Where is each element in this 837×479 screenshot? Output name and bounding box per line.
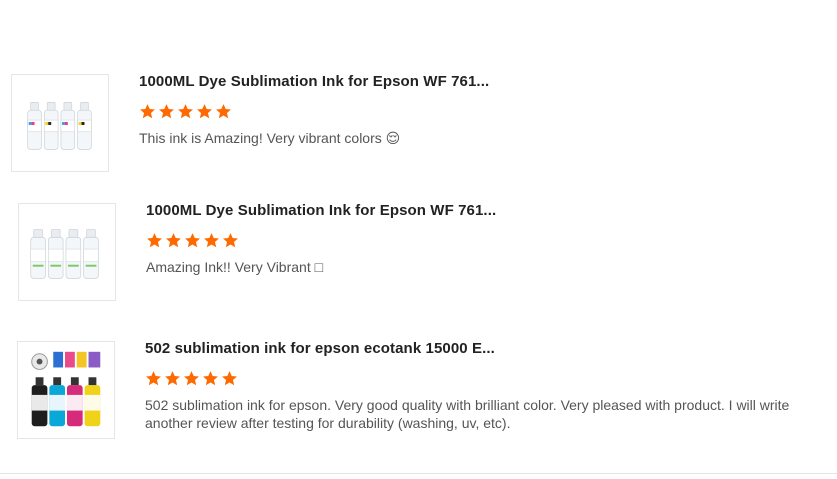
star-icon xyxy=(184,371,199,386)
star-icon xyxy=(223,233,238,248)
product-thumbnail[interactable] xyxy=(17,341,115,439)
star-rating xyxy=(145,370,238,387)
star-icon xyxy=(216,104,231,119)
product-thumbnail[interactable] xyxy=(18,203,116,301)
star-icon xyxy=(140,104,155,119)
review-text: 502 sublimation ink for epson. Very good… xyxy=(145,397,790,431)
product-thumbnail[interactable] xyxy=(11,74,109,172)
star-icon xyxy=(147,233,162,248)
colored-ink-bottles-image xyxy=(31,351,101,427)
star-icon xyxy=(222,371,237,386)
divider xyxy=(0,473,837,474)
white-ink-bottles-image xyxy=(30,229,99,279)
star-icon xyxy=(159,104,174,119)
star-rating xyxy=(139,103,232,120)
star-icon xyxy=(185,233,200,248)
star-icon xyxy=(197,104,212,119)
star-icon xyxy=(165,371,180,386)
star-icon xyxy=(166,233,181,248)
star-icon xyxy=(178,104,193,119)
product-title[interactable]: 1000ML Dye Sublimation Ink for Epson WF … xyxy=(146,202,496,219)
white-ink-bottles-image xyxy=(27,102,92,150)
product-title[interactable]: 502 sublimation ink for epson ecotank 15… xyxy=(145,340,495,357)
review-text: This ink is Amazing! Very vibrant colors… xyxy=(139,130,401,146)
star-icon xyxy=(203,371,218,386)
star-icon xyxy=(204,233,219,248)
star-rating xyxy=(146,232,239,249)
review-text: Amazing Ink!! Very Vibrant □ xyxy=(146,259,324,275)
product-title[interactable]: 1000ML Dye Sublimation Ink for Epson WF … xyxy=(139,73,489,90)
star-icon xyxy=(146,371,161,386)
